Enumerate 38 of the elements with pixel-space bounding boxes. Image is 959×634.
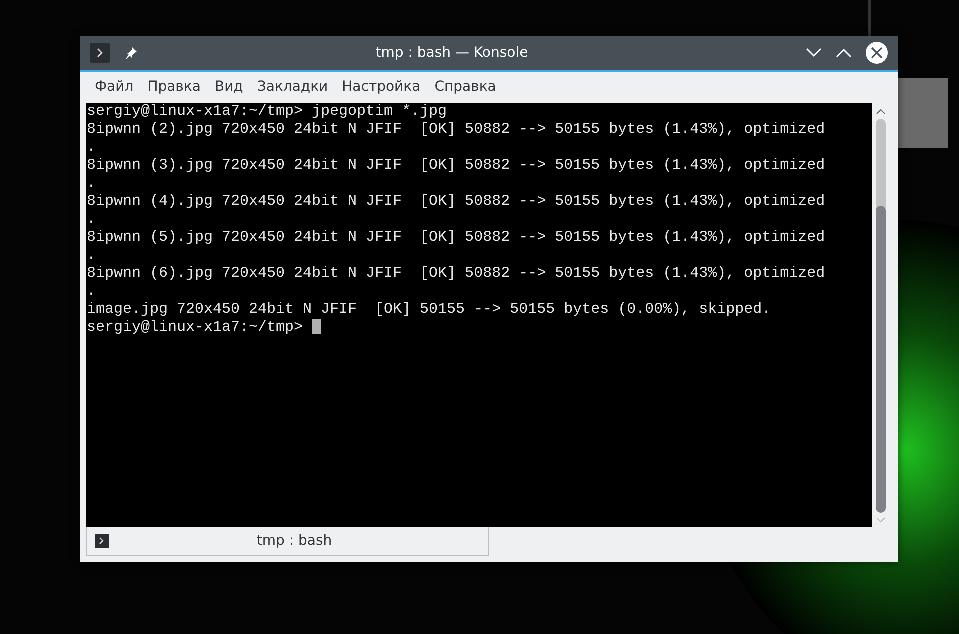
menu-item[interactable]: Вид [208,75,250,100]
terminal-icon [90,43,110,63]
tab-label: tmp : bash [256,532,334,550]
scroll-up-icon [876,109,886,115]
terminal-line: . [87,139,98,157]
app-menu-button[interactable] [90,43,110,63]
scroll-down-icon [876,517,886,523]
menu-item[interactable]: Настройка [335,75,428,100]
menu-item[interactable]: Закладки [250,75,336,100]
menu-item[interactable]: Правка [140,75,208,100]
window-title: tmp : bash — Konsole [376,44,528,60]
pin-icon [124,46,138,60]
terminal-line: 8ipwnn (2).jpg 720x450 24bit N JFIF [OK] 50882 --> 50155 bytes (1.43%), optimized [87,121,826,139]
menu-item[interactable]: Файл [88,75,141,100]
maximize-button[interactable] [836,48,852,58]
minimize-button[interactable] [806,48,822,58]
chevron-down-icon [806,48,822,58]
terminal-line: sergiy@linux-x1a7:~/tmp> [87,319,871,337]
terminal-line: 8ipwnn (6).jpg 720x450 24bit N JFIF [OK] 50882 --> 50155 bytes (1.43%), optimized [87,265,826,283]
terminal-line: . [87,211,98,229]
terminal-line: 8ipwnn (3).jpg 720x450 24bit N JFIF [OK] 50882 --> 50155 bytes (1.43%), optimized [87,157,826,175]
close-icon [866,42,888,64]
close-button[interactable] [866,42,888,64]
chevron-up-icon [836,48,852,58]
terminal-icon [95,534,109,548]
terminal-tab[interactable]: tmp : bash [86,527,489,556]
pin-button[interactable] [124,46,138,60]
terminal-line: . [87,247,98,265]
terminal-line: 8ipwnn (4).jpg 720x450 24bit N JFIF [OK] 50882 --> 50155 bytes (1.43%), optimized [87,193,826,211]
terminal-line: . [87,283,98,301]
terminal-line: image.jpg 720x450 24bit N JFIF [OK] 50155 --> 50155 bytes (0.00%), skipped. [87,301,772,319]
bulb-socket [898,78,948,148]
menu-item[interactable]: Справка [428,75,504,100]
terminal-line: . [87,175,98,193]
scrollbar-thumb[interactable] [876,206,886,513]
terminal-output[interactable] [86,103,872,527]
terminal-line: sergiy@linux-x1a7:~/tmp> jpegoptim *.jpg [87,103,448,121]
terminal-line: 8ipwnn (5).jpg 720x450 24bit N JFIF [OK] 50882 --> 50155 bytes (1.43%), optimized [87,229,826,247]
